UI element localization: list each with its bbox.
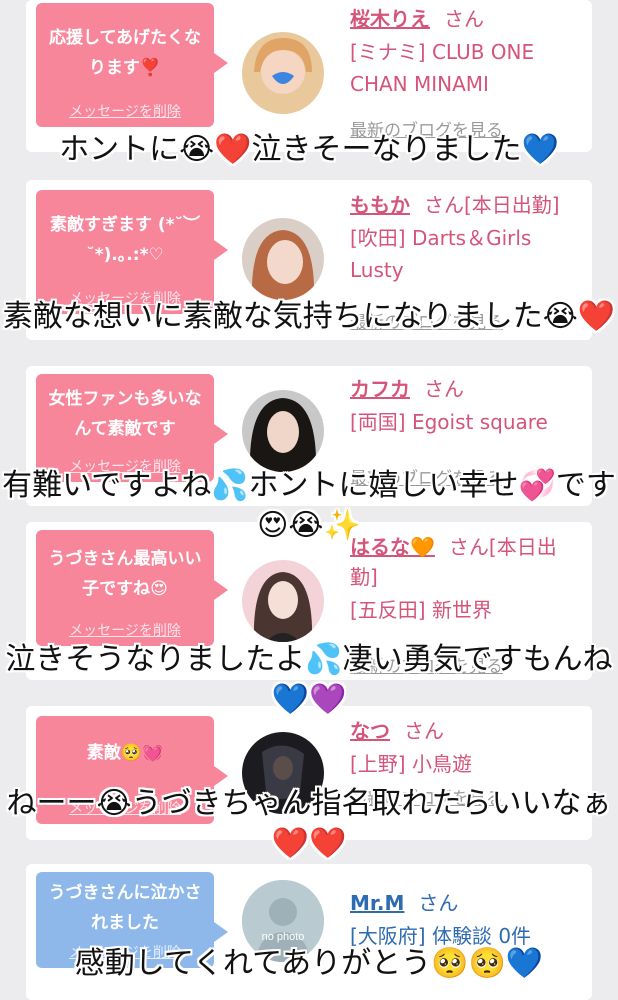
avatar[interactable]	[242, 32, 324, 114]
message-text: うづきさんに泣かされました	[48, 883, 202, 933]
message-bubble: 応援してあげたくなります❣️ メッセージを削除	[36, 3, 228, 127]
caption: 泣きそうなりましたよ💦凄い勇気ですもんね💙💜	[5, 642, 613, 717]
shop-link[interactable]: [吹田] Darts＆Girls Lusty	[350, 222, 578, 286]
avatar[interactable]	[242, 390, 324, 472]
no-photo-label: no photo	[262, 931, 305, 943]
status-badge: [本日出勤]	[464, 193, 560, 217]
message-bubble: 素敵すぎます (*˘︶˘*).｡.:*♡ メッセージを削除	[36, 190, 228, 314]
delete-message-link[interactable]: メッセージを削除	[36, 103, 214, 121]
delete-message-link[interactable]: メッセージを削除	[36, 622, 214, 640]
user-name-link[interactable]: Mr.M	[350, 891, 404, 915]
caption: ねーー😭うづきちゃん指名取れたらいいなぁ❤️❤️	[6, 786, 612, 861]
user-info: Mr.M さん [大阪府] 体験談 0件	[350, 888, 578, 952]
message-bubble: うづきさん最高いい子ですね😍 メッセージを削除	[36, 530, 228, 646]
user-name-link[interactable]: カフカ	[350, 377, 410, 401]
honorific: さん	[424, 193, 464, 217]
caption: ホントに😭❤️泣きそーなりました💙	[59, 132, 559, 167]
message-text: 応援してあげたくなります❣️	[49, 28, 201, 78]
user-info: なつ さん [上野] 小鳥遊 最新のブログを見る	[350, 716, 578, 809]
message-text: 素敵すぎます (*˘︶˘*).｡.:*♡	[49, 215, 201, 265]
honorific: さん	[404, 719, 444, 743]
avatar[interactable]	[242, 218, 324, 300]
honorific: さん	[418, 891, 459, 915]
message-text: 女性ファンも多いなんて素敵です	[48, 389, 202, 439]
shop-link[interactable]: [五反田] 新世界	[350, 594, 578, 626]
user-info: ももか さん[本日出勤] [吹田] Darts＆Girls Lusty 最新のブロ…	[350, 190, 578, 333]
shop-link[interactable]: [両国] Egoist square	[350, 406, 578, 438]
user-name-link[interactable]: なつ	[350, 719, 390, 743]
honorific: さん	[424, 377, 464, 401]
user-info: カフカ さん [両国] Egoist square 最新のブログを見る	[350, 374, 578, 489]
caption: 素敵な想いに素敵な気持ちになりました😭❤️	[2, 299, 616, 334]
honorific: さん	[444, 7, 484, 31]
caption: 有難いですよね💦ホントに嬉しい幸せ💞です😍😭✨	[2, 468, 616, 543]
user-info: 桜木りえ さん [ミナミ] CLUB ONE CHAN MINAMI 最新のブログ…	[350, 4, 578, 141]
shop-link[interactable]: [上野] 小鳥遊	[350, 748, 578, 780]
user-name-link[interactable]: ももか	[350, 193, 410, 217]
caption: 感動してくれてありがとう🥺🥺💙	[74, 946, 544, 981]
message-text: 素敵🥺💓	[86, 743, 164, 763]
user-name-link[interactable]: 桜木りえ	[350, 7, 430, 31]
shop-link[interactable]: [ミナミ] CLUB ONE CHAN MINAMI	[350, 36, 578, 100]
avatar[interactable]	[242, 560, 324, 642]
user-info: はるな🧡 さん[本日出勤] [五反田] 新世界 最新のブログを見る	[350, 532, 578, 677]
